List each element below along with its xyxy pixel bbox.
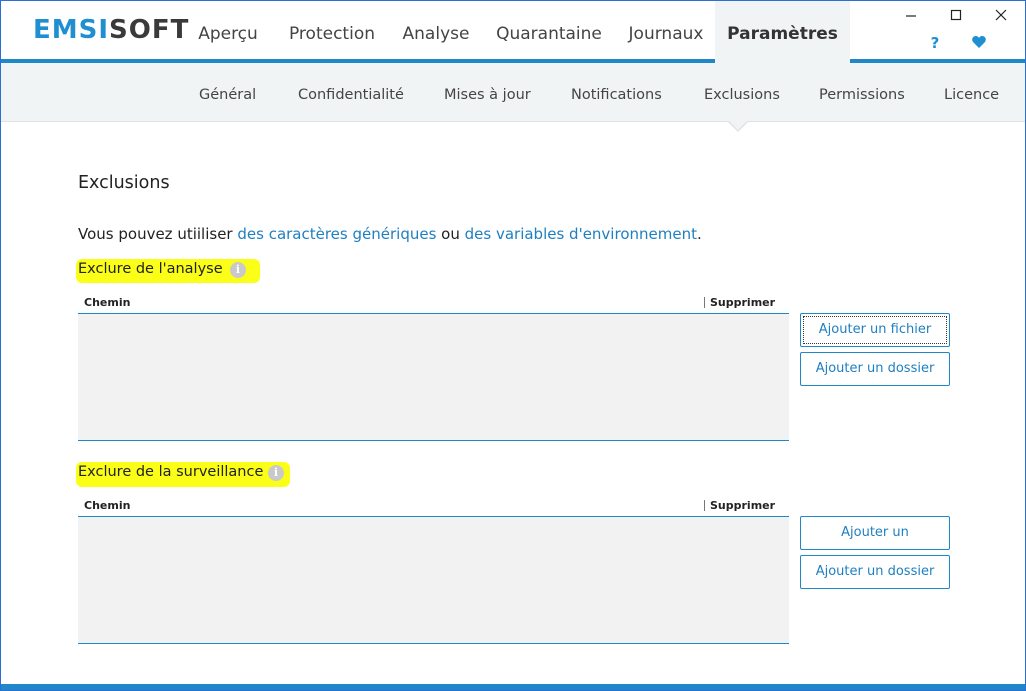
- column-separator: [704, 297, 705, 308]
- subtab-permissions[interactable]: Permissions: [819, 63, 905, 121]
- monitor-exclusion-title: Exclure de la surveillance: [78, 464, 264, 480]
- env-variables-link[interactable]: des variables d'environnement: [465, 225, 697, 243]
- question-icon[interactable]: ?: [925, 34, 945, 54]
- column-separator: [704, 500, 705, 511]
- close-icon[interactable]: [991, 7, 1011, 25]
- info-icon[interactable]: i: [230, 262, 246, 278]
- wildcards-link[interactable]: des caractères génériques: [237, 225, 436, 243]
- column-path[interactable]: Chemin: [84, 296, 130, 309]
- column-path[interactable]: Chemin: [84, 499, 130, 512]
- tab-protection[interactable]: Protection: [277, 1, 387, 59]
- minimize-icon[interactable]: [901, 7, 921, 25]
- tab-journaux[interactable]: Journaux: [617, 1, 715, 59]
- emsisoft-logo: EMSISOFT: [33, 15, 189, 45]
- intro-text: Vous pouvez utiiliser des caractères gén…: [78, 225, 702, 243]
- logo-part2: SOFT: [109, 15, 190, 45]
- subtab-general[interactable]: Général: [199, 63, 256, 121]
- info-icon[interactable]: i: [268, 465, 284, 481]
- add-folder-button[interactable]: Ajouter un dossier: [800, 555, 950, 589]
- app-window: EMSISOFT Aperçu Protection Analyse Quara…: [0, 0, 1026, 691]
- subtab-licence[interactable]: Licence: [944, 63, 999, 121]
- footer-accent-bar: [1, 684, 1025, 690]
- column-delete[interactable]: Supprimer: [710, 296, 775, 309]
- tab-parametres[interactable]: Paramètres: [715, 1, 850, 59]
- scan-exclusion-list[interactable]: [78, 313, 789, 441]
- monitor-exclusion-list[interactable]: [78, 516, 789, 644]
- subtab-notifications[interactable]: Notifications: [571, 63, 662, 121]
- tab-quarantaine[interactable]: Quarantaine: [489, 1, 609, 59]
- intro-suffix: .: [696, 225, 702, 243]
- subtab-exclusions[interactable]: Exclusions: [704, 63, 780, 121]
- maximize-icon[interactable]: [946, 7, 966, 25]
- scan-exclusion-title: Exclure de l'analyse: [78, 261, 223, 277]
- page-title: Exclusions: [78, 173, 170, 193]
- heart-icon[interactable]: [969, 34, 989, 54]
- column-delete[interactable]: Supprimer: [710, 499, 775, 512]
- header: EMSISOFT Aperçu Protection Analyse Quara…: [1, 1, 1025, 59]
- add-file-button[interactable]: Ajouter un fichier: [800, 313, 950, 347]
- intro-mid: ou: [436, 225, 465, 243]
- add-program-button[interactable]: Ajouter un programme: [800, 516, 950, 572]
- add-folder-button[interactable]: Ajouter un dossier: [800, 352, 950, 386]
- logo-part1: EMSI: [33, 15, 110, 45]
- settings-subnav: Général Confidentialité Mises à jour Not…: [1, 63, 1025, 122]
- subtab-mises-a-jour[interactable]: Mises à jour: [444, 63, 531, 121]
- subtab-confidentialite[interactable]: Confidentialité: [298, 63, 404, 121]
- intro-prefix: Vous pouvez utiiliser: [78, 225, 238, 243]
- tab-analyse[interactable]: Analyse: [391, 1, 481, 59]
- active-subtab-pointer: [729, 121, 747, 130]
- tab-apercu[interactable]: Aperçu: [183, 1, 273, 59]
